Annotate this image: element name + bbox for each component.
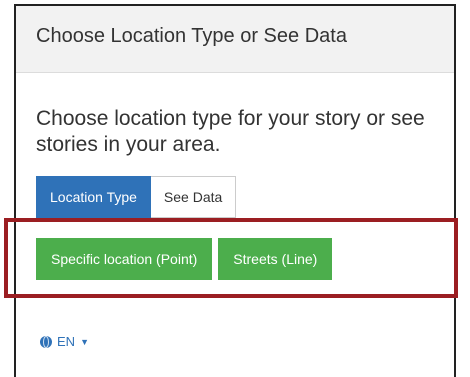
tab-see-data[interactable]: See Data [150, 176, 237, 218]
caret-down-icon: ▼ [80, 336, 89, 347]
intro-text: Choose location type for your story or s… [36, 107, 425, 156]
panel-header: Choose Location Type or See Data [16, 6, 454, 73]
streets-line-button[interactable]: Streets (Line) [218, 238, 333, 280]
language-label: EN [57, 334, 76, 349]
location-type-buttons: Specific location (Point) Streets (Line) [36, 238, 333, 280]
location-panel: Choose Location Type or See Data Choose … [14, 4, 456, 377]
language-selector[interactable]: EN ▼ [40, 334, 89, 349]
view-tabs: Location Type See Data [36, 176, 237, 218]
globe-icon [40, 335, 52, 348]
tab-location-type[interactable]: Location Type [36, 176, 151, 218]
panel-title: Choose Location Type or See Data [36, 25, 347, 47]
specific-location-button[interactable]: Specific location (Point) [36, 238, 213, 280]
